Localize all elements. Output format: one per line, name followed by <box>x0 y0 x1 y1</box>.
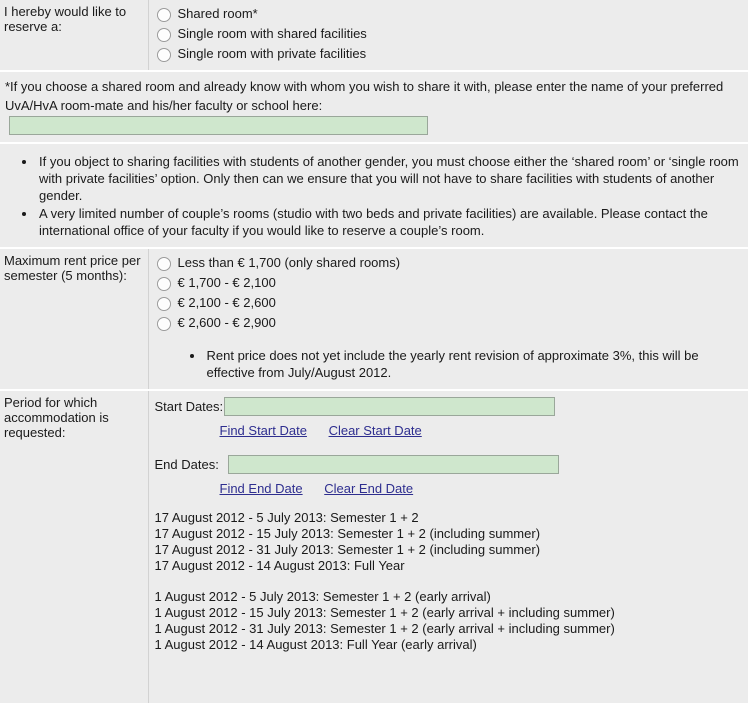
list-item: 17 August 2012 - 5 July 2013: Semester 1… <box>154 509 419 525</box>
radio-icon[interactable] <box>156 296 171 311</box>
period-label-cell: Period for which accommodation is reques… <box>0 388 149 705</box>
start-date-input[interactable] <box>224 396 556 416</box>
end-dates-label: End Dates: <box>154 456 219 472</box>
list-item: 17 August 2012 - 14 August 2013: Full Ye… <box>154 557 405 573</box>
gender-notes-cell: If you object to sharing facilities with… <box>0 141 748 249</box>
clear-end-date-link[interactable]: Clear End Date <box>324 481 413 496</box>
row-accommodation-period: Period for which accommodation is reques… <box>0 388 748 705</box>
row-max-rent-price: Maximum rent price per semester (5 month… <box>0 246 748 391</box>
radio-option-shared-room[interactable]: Shared room* <box>153 4 745 24</box>
find-start-date-link[interactable]: Find Start Date <box>220 423 307 438</box>
rent-label: Maximum rent price per semester (5 month… <box>4 252 141 283</box>
radio-option-single-shared-facilities[interactable]: Single room with shared facilities <box>153 24 745 44</box>
radio-label: € 2,600 - € 2,900 <box>177 314 276 330</box>
end-date-input[interactable] <box>227 454 559 474</box>
radio-option-single-private-facilities[interactable]: Single room with private facilities <box>153 44 745 64</box>
radio-option-2100-2600[interactable]: € 2,100 - € 2,600 <box>153 293 745 313</box>
rent-notes-list: Rent price does not yet include the year… <box>153 347 745 381</box>
list-item: 1 August 2012 - 31 July 2013: Semester 1… <box>154 620 615 636</box>
reserve-options-cell: Shared room* Single room with shared fac… <box>148 0 748 72</box>
radio-icon[interactable] <box>156 276 171 291</box>
find-end-date-link[interactable]: Find End Date <box>220 481 303 496</box>
rent-price-radio-group: Less than € 1,700 (only shared rooms) € … <box>153 253 745 333</box>
radio-label: € 2,100 - € 2,600 <box>177 294 276 310</box>
radio-label: Single room with shared facilities <box>177 26 367 41</box>
start-date-links: Find Start Date Clear Start Date <box>220 423 745 438</box>
radio-icon[interactable] <box>156 28 171 42</box>
list-item: Rent price does not yet include the year… <box>205 347 745 381</box>
roommate-name-input[interactable] <box>9 115 428 135</box>
radio-option-2600-2900[interactable]: € 2,600 - € 2,900 <box>153 313 745 333</box>
roommate-note-text: *If you choose a shared room and already… <box>5 79 724 113</box>
period-label: Period for which accommodation is reques… <box>4 394 109 440</box>
end-date-row: End Dates: <box>154 454 745 474</box>
radio-label: Less than € 1,700 (only shared rooms) <box>177 254 401 270</box>
list-item: 1 August 2012 - 5 July 2013: Semester 1 … <box>154 588 491 604</box>
period-group-standard: 17 August 2012 - 5 July 2013: Semester 1… <box>155 510 745 574</box>
roommate-note-text-wrapper: *If you choose a shared room and already… <box>5 77 742 136</box>
clear-start-date-link[interactable]: Clear Start Date <box>329 423 422 438</box>
radio-icon[interactable] <box>156 316 171 331</box>
row-reserve-room-type: I hereby would like to reserve a: Shared… <box>0 0 748 72</box>
list-item: If you object to sharing facilities with… <box>37 153 742 204</box>
radio-label: Single room with private facilities <box>177 46 367 61</box>
rent-options-cell: Less than € 1,700 (only shared rooms) € … <box>148 246 748 391</box>
rent-label-cell: Maximum rent price per semester (5 month… <box>0 246 149 391</box>
start-dates-label: Start Dates: <box>154 398 224 414</box>
roommate-note-cell: *If you choose a shared room and already… <box>0 70 748 144</box>
radio-icon[interactable] <box>156 48 171 62</box>
row-gender-notes: If you object to sharing facilities with… <box>0 141 748 249</box>
list-item: 1 August 2012 - 14 August 2013: Full Yea… <box>154 636 477 652</box>
list-item: A very limited number of couple’s rooms … <box>37 205 742 239</box>
reserve-label-cell: I hereby would like to reserve a: <box>0 0 149 72</box>
available-periods-list: 17 August 2012 - 5 July 2013: Semester 1… <box>155 510 745 653</box>
list-item: 1 August 2012 - 15 July 2013: Semester 1… <box>154 604 615 620</box>
list-item: 17 August 2012 - 15 July 2013: Semester … <box>154 525 541 541</box>
reserve-label: I hereby would like to reserve a: <box>4 4 127 34</box>
period-group-early-arrival: 1 August 2012 - 5 July 2013: Semester 1 … <box>155 589 745 653</box>
radio-icon[interactable] <box>156 256 171 271</box>
radio-icon[interactable] <box>156 8 171 22</box>
end-date-links: Find End Date Clear End Date <box>220 481 745 496</box>
start-date-row: Start Dates: <box>154 396 745 416</box>
list-item: 17 August 2012 - 31 July 2013: Semester … <box>154 541 541 557</box>
radio-option-1700-2100[interactable]: € 1,700 - € 2,100 <box>153 273 745 293</box>
row-roommate-note: *If you choose a shared room and already… <box>0 70 748 144</box>
accommodation-form: I hereby would like to reserve a: Shared… <box>0 0 748 705</box>
period-content-cell: Start Dates: Find Start Date Clear Start… <box>148 388 748 705</box>
room-type-radio-group: Shared room* Single room with shared fac… <box>153 4 745 64</box>
gender-notes-list: If you object to sharing facilities with… <box>5 153 742 239</box>
radio-label: Shared room* <box>177 6 258 21</box>
radio-label: € 1,700 - € 2,100 <box>177 274 276 290</box>
radio-option-less-than-1700[interactable]: Less than € 1,700 (only shared rooms) <box>153 253 745 273</box>
